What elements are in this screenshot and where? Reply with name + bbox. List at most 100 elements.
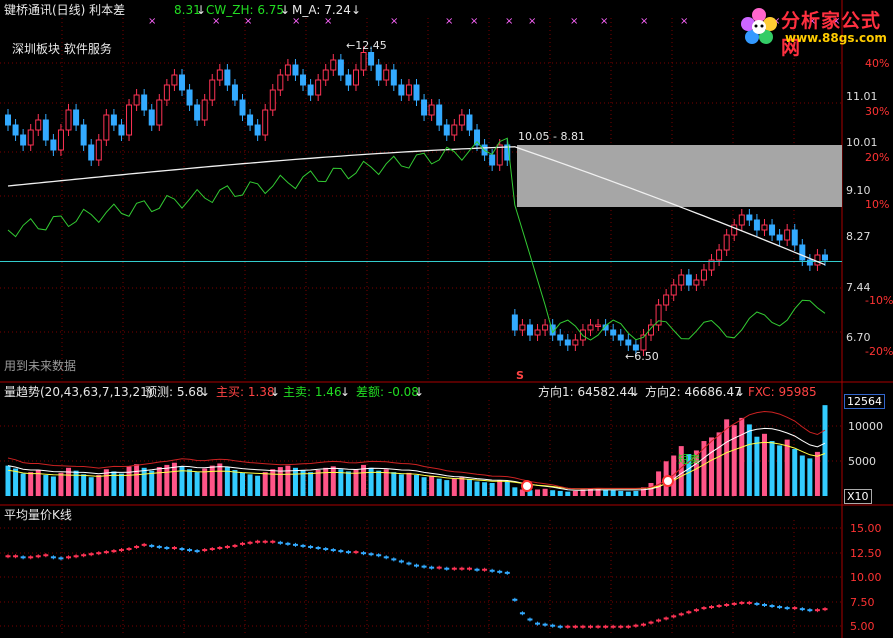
- site-logo[interactable]: 分析家公式网 www.88gs.com: [733, 2, 893, 59]
- volume-bar: [777, 445, 783, 496]
- volume-bar: [255, 475, 261, 496]
- fxc-value: FXC: 95985: [748, 385, 817, 399]
- top-marker-icon: ×: [470, 16, 478, 27]
- candle-body: [5, 114, 11, 126]
- volume-bar: [746, 424, 752, 496]
- volume-bar: [610, 490, 616, 496]
- candle-body: [564, 339, 571, 346]
- volume-bar: [406, 472, 412, 496]
- candle-body: [88, 144, 95, 161]
- percent-tick-label: 30%: [865, 105, 889, 118]
- top-marker-icon: ×: [390, 16, 398, 27]
- candle-body: [451, 124, 458, 136]
- avg-tick-label: 15.00: [850, 522, 882, 535]
- avg-tick-label: 5.00: [850, 620, 875, 633]
- candle-body: [50, 139, 57, 151]
- volume-bar: [512, 487, 518, 496]
- down-arrow-icon: ↓: [351, 3, 362, 17]
- volume-bar: [557, 490, 563, 496]
- candle-body: [443, 124, 450, 136]
- top-marker-icon: ×: [324, 16, 332, 27]
- top-marker-icon: ×: [680, 16, 688, 27]
- volume-bar: [323, 467, 329, 496]
- volume-bar: [398, 474, 404, 496]
- candle-body: [141, 94, 148, 111]
- candle-body: [769, 224, 776, 236]
- volume-bar: [308, 472, 314, 496]
- candle-body: [57, 129, 64, 151]
- percent-tick-label: 10%: [865, 198, 889, 211]
- candle-body: [307, 84, 314, 96]
- price-tick-label: 10.01: [846, 136, 878, 149]
- candle-body: [670, 284, 677, 296]
- volume-bar: [414, 475, 419, 496]
- candle-body: [35, 119, 42, 131]
- forecast-value: 预测: 5.68: [145, 385, 204, 399]
- candle-body: [118, 124, 125, 136]
- candle-body: [209, 79, 216, 101]
- candle-body: [216, 69, 223, 81]
- candle-body: [20, 134, 27, 146]
- chart-title: 键桥通讯(日线) 利本差: [4, 3, 126, 17]
- axis-labels: 11.0110.019.108.277.446.7040%30%20%10%-1…: [846, 57, 893, 633]
- sell-signal-mark: S: [516, 369, 524, 382]
- volume-bar: [345, 471, 351, 496]
- volume-bar: [217, 463, 223, 496]
- avg-tick-label: 7.50: [850, 596, 875, 609]
- avg-tick-label: 10.00: [850, 571, 882, 584]
- top-marker-icon: ×: [292, 16, 300, 27]
- main-buy-value: 主买: 1.38: [216, 385, 275, 399]
- volume-bar: [799, 455, 805, 496]
- price-tick-label: 6.70: [846, 331, 871, 344]
- candle-body: [126, 104, 133, 136]
- candle-body: [519, 324, 526, 331]
- candle-body: [80, 124, 87, 146]
- volume-bar: [436, 478, 442, 496]
- ma-value: M_A: 7.24: [292, 3, 351, 17]
- volume-bar: [497, 480, 503, 496]
- candle-body: [247, 114, 254, 126]
- volume-bar: [73, 470, 79, 496]
- candle-body: [791, 229, 798, 246]
- candle-body: [315, 79, 322, 96]
- volume-bar: [247, 474, 253, 496]
- multiplier-tag: X10: [844, 489, 872, 504]
- volume-bar: [96, 475, 102, 496]
- flower-logo-icon: [741, 8, 777, 44]
- candle-body: [405, 84, 412, 96]
- top-marker-icon: ×: [640, 16, 648, 27]
- volume-bar: [489, 482, 495, 496]
- volume-bar: [535, 489, 541, 496]
- volume-bar: [88, 477, 94, 496]
- candle-body: [822, 254, 828, 261]
- volume-bar: [292, 467, 298, 496]
- candle-body: [73, 109, 80, 126]
- cw-zh-value: CW_ZH: 6.75: [206, 3, 285, 17]
- volume-bar: [572, 490, 578, 496]
- stock-chart[interactable]: 11.0110.019.108.277.446.7040%30%20%10%-1…: [0, 0, 893, 638]
- candle-body: [322, 69, 329, 81]
- candle-body: [617, 334, 624, 341]
- signal-dot-icon: [662, 475, 674, 487]
- volume-note: 短卖: [678, 453, 700, 466]
- volume-bar: [474, 481, 480, 496]
- volume-bar: [164, 464, 170, 496]
- percent-tick-label: -20%: [865, 345, 893, 358]
- top-marker-icon: ×: [148, 16, 156, 27]
- volume-bar: [633, 490, 639, 496]
- volume-bar: [421, 477, 427, 496]
- candle-body: [262, 109, 269, 136]
- volume-bar: [504, 481, 510, 496]
- candle-body: [390, 69, 397, 86]
- candle-body: [587, 324, 594, 331]
- avg-tick-label: 12.50: [850, 547, 882, 560]
- volume-bar: [792, 449, 798, 496]
- candle-body: [534, 329, 541, 336]
- volume-bar: [330, 466, 336, 496]
- candle-body: [269, 89, 276, 111]
- volume-bar: [807, 458, 813, 496]
- candle-body: [148, 109, 155, 126]
- candle-body: [110, 114, 117, 126]
- volume-bar: [565, 491, 571, 496]
- volume-bar: [761, 433, 767, 496]
